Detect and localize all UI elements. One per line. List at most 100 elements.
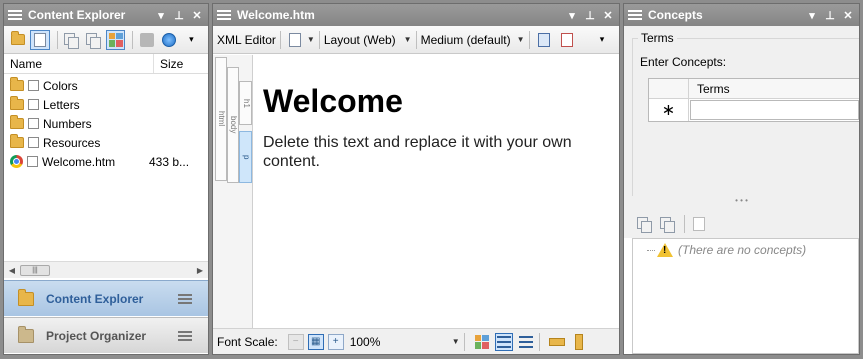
- layout-view-icon[interactable]: [494, 332, 513, 351]
- document-paragraph[interactable]: Delete this text and replace it with you…: [263, 133, 593, 171]
- terms-column-header[interactable]: Terms: [689, 79, 730, 98]
- concepts-entry-area: Terms Enter Concepts: Terms ∗: [624, 26, 859, 196]
- list-item-numbers[interactable]: Numbers: [4, 114, 208, 133]
- editor-pane: Welcome.htm ▾ ⊥ ✕ XML Editor ▼ Layout (W…: [212, 3, 620, 355]
- concepts-tree[interactable]: (There are no concepts): [632, 238, 859, 354]
- chevron-down-icon[interactable]: ▼: [517, 35, 525, 44]
- grip-icon: [217, 10, 231, 20]
- chevron-down-icon[interactable]: ▼: [404, 35, 412, 44]
- close-icon[interactable]: ✕: [841, 9, 855, 22]
- grip-icon: [8, 10, 22, 20]
- item-name: Welcome.htm: [42, 154, 116, 169]
- medium-dropdown[interactable]: Medium (default): [421, 33, 511, 47]
- tag-html[interactable]: html: [215, 57, 227, 181]
- checkbox[interactable]: [28, 137, 39, 148]
- enter-concepts-label: Enter Concepts:: [640, 55, 727, 69]
- new-row-marker: ∗: [649, 99, 689, 121]
- checkbox[interactable]: [27, 156, 38, 167]
- dropdown-arrow-icon[interactable]: ▾: [565, 9, 579, 22]
- xml-editor-button[interactable]: XML Editor: [217, 33, 276, 47]
- view-icon[interactable]: [106, 29, 126, 50]
- file-list-header: Name Size: [4, 54, 208, 74]
- list-item-colors[interactable]: Colors: [4, 76, 208, 95]
- editor-toolbar: XML Editor ▼ Layout (Web) ▼ Medium (defa…: [213, 26, 619, 54]
- terms-grid: Terms ∗: [648, 78, 859, 122]
- tracked-changes-icon[interactable]: [557, 30, 577, 50]
- copy-icon[interactable]: [61, 30, 80, 50]
- zoom-in-button[interactable]: +: [327, 333, 344, 350]
- toolbar-overflow-icon[interactable]: ▾: [182, 30, 201, 50]
- size-column-header[interactable]: Size: [154, 57, 183, 71]
- nav-content-explorer-label: Content Explorer: [46, 291, 144, 306]
- preview-icon[interactable]: [285, 30, 305, 50]
- menu-icon[interactable]: [178, 293, 192, 304]
- list-item-resources[interactable]: Resources: [4, 133, 208, 152]
- editor-titlebar[interactable]: Welcome.htm ▾ ⊥ ✕: [213, 4, 619, 26]
- chevron-down-icon[interactable]: ▼: [452, 337, 460, 346]
- pin-icon[interactable]: ⊥: [172, 9, 186, 22]
- list-item-letters[interactable]: Letters: [4, 95, 208, 114]
- chevron-down-icon[interactable]: ▼: [307, 35, 315, 44]
- list-item-welcome[interactable]: Welcome.htm 433 b...: [4, 152, 208, 171]
- concepts-pane: Concepts ▾ ⊥ ✕ Terms Enter Concepts: Ter…: [623, 3, 860, 355]
- content-explorer-titlebar[interactable]: Content Explorer ▾ ⊥ ✕: [4, 4, 208, 26]
- concepts-title: Concepts: [648, 8, 703, 22]
- dropdown-arrow-icon[interactable]: ▾: [154, 9, 168, 22]
- close-icon[interactable]: ✕: [601, 9, 615, 22]
- scroll-right-icon[interactable]: ▶: [192, 266, 208, 275]
- folder-icon: [10, 77, 24, 91]
- scroll-thumb[interactable]: |||: [20, 264, 50, 276]
- nav-project-organizer[interactable]: Project Organizer: [4, 317, 208, 353]
- pin-icon[interactable]: ⊥: [823, 9, 837, 22]
- horizontal-scrollbar[interactable]: ◀ ||| ▶: [4, 261, 208, 278]
- zoom-out-button[interactable]: −: [287, 333, 304, 350]
- new-page-icon[interactable]: [30, 29, 50, 50]
- nav-content-explorer[interactable]: Content Explorer: [4, 280, 208, 316]
- tag-p[interactable]: p: [239, 131, 252, 183]
- pin-icon[interactable]: ⊥: [583, 9, 597, 22]
- scroll-left-icon[interactable]: ◀: [4, 266, 20, 275]
- folder-icon: [10, 115, 24, 129]
- concepts-titlebar[interactable]: Concepts ▾ ⊥ ✕: [624, 4, 859, 26]
- edit-concept-icon[interactable]: [689, 214, 709, 234]
- refresh-icon[interactable]: [160, 30, 179, 50]
- item-name: Resources: [43, 135, 101, 150]
- add-concept-icon[interactable]: [634, 214, 654, 234]
- document-heading[interactable]: Welcome: [263, 83, 403, 120]
- view-icon[interactable]: [473, 333, 491, 351]
- editor-canvas[interactable]: html body h1 p Welcome Delete this text …: [213, 55, 619, 328]
- layout-dropdown[interactable]: Layout (Web): [324, 33, 396, 47]
- splitter-handle[interactable]: • • •: [624, 196, 859, 210]
- checkbox[interactable]: [28, 99, 39, 110]
- tag-body[interactable]: body: [227, 67, 239, 183]
- item-name: Letters: [43, 97, 80, 112]
- nav-project-organizer-label: Project Organizer: [46, 328, 147, 343]
- vertical-ruler-icon[interactable]: [570, 333, 588, 351]
- show-tags-icon[interactable]: [534, 30, 554, 50]
- toolbar-overflow-icon[interactable]: ▾: [592, 30, 612, 50]
- zoom-level[interactable]: 100%: [350, 335, 450, 349]
- editor-title: Welcome.htm: [237, 8, 315, 22]
- zoom-reset-button[interactable]: ▦: [307, 333, 324, 350]
- new-term-row[interactable]: ∗: [649, 99, 859, 121]
- add-subconcept-icon[interactable]: [657, 214, 677, 234]
- term-input[interactable]: [690, 100, 859, 120]
- content-explorer-pane: Content Explorer ▾ ⊥ ✕ ▾ Name Size Color…: [3, 3, 209, 355]
- horizontal-ruler-icon[interactable]: [548, 333, 566, 351]
- duplicate-icon[interactable]: [84, 30, 103, 50]
- split-view-icon[interactable]: [517, 333, 535, 351]
- properties-icon[interactable]: [137, 30, 156, 50]
- menu-icon[interactable]: [178, 330, 192, 341]
- checkbox[interactable]: [28, 80, 39, 91]
- checkbox[interactable]: [28, 118, 39, 129]
- structure-bar: html body h1 p: [213, 55, 253, 328]
- name-column-header[interactable]: Name: [4, 54, 154, 73]
- tag-h1[interactable]: h1: [239, 81, 252, 125]
- item-name: Colors: [43, 78, 78, 93]
- open-folder-icon[interactable]: [8, 30, 27, 50]
- file-list: Colors Letters Numbers Resources Welcome…: [4, 74, 208, 171]
- content-explorer-toolbar: ▾: [4, 26, 208, 54]
- close-icon[interactable]: ✕: [190, 9, 204, 22]
- dropdown-arrow-icon[interactable]: ▾: [805, 9, 819, 22]
- project-organizer-icon: [18, 325, 34, 343]
